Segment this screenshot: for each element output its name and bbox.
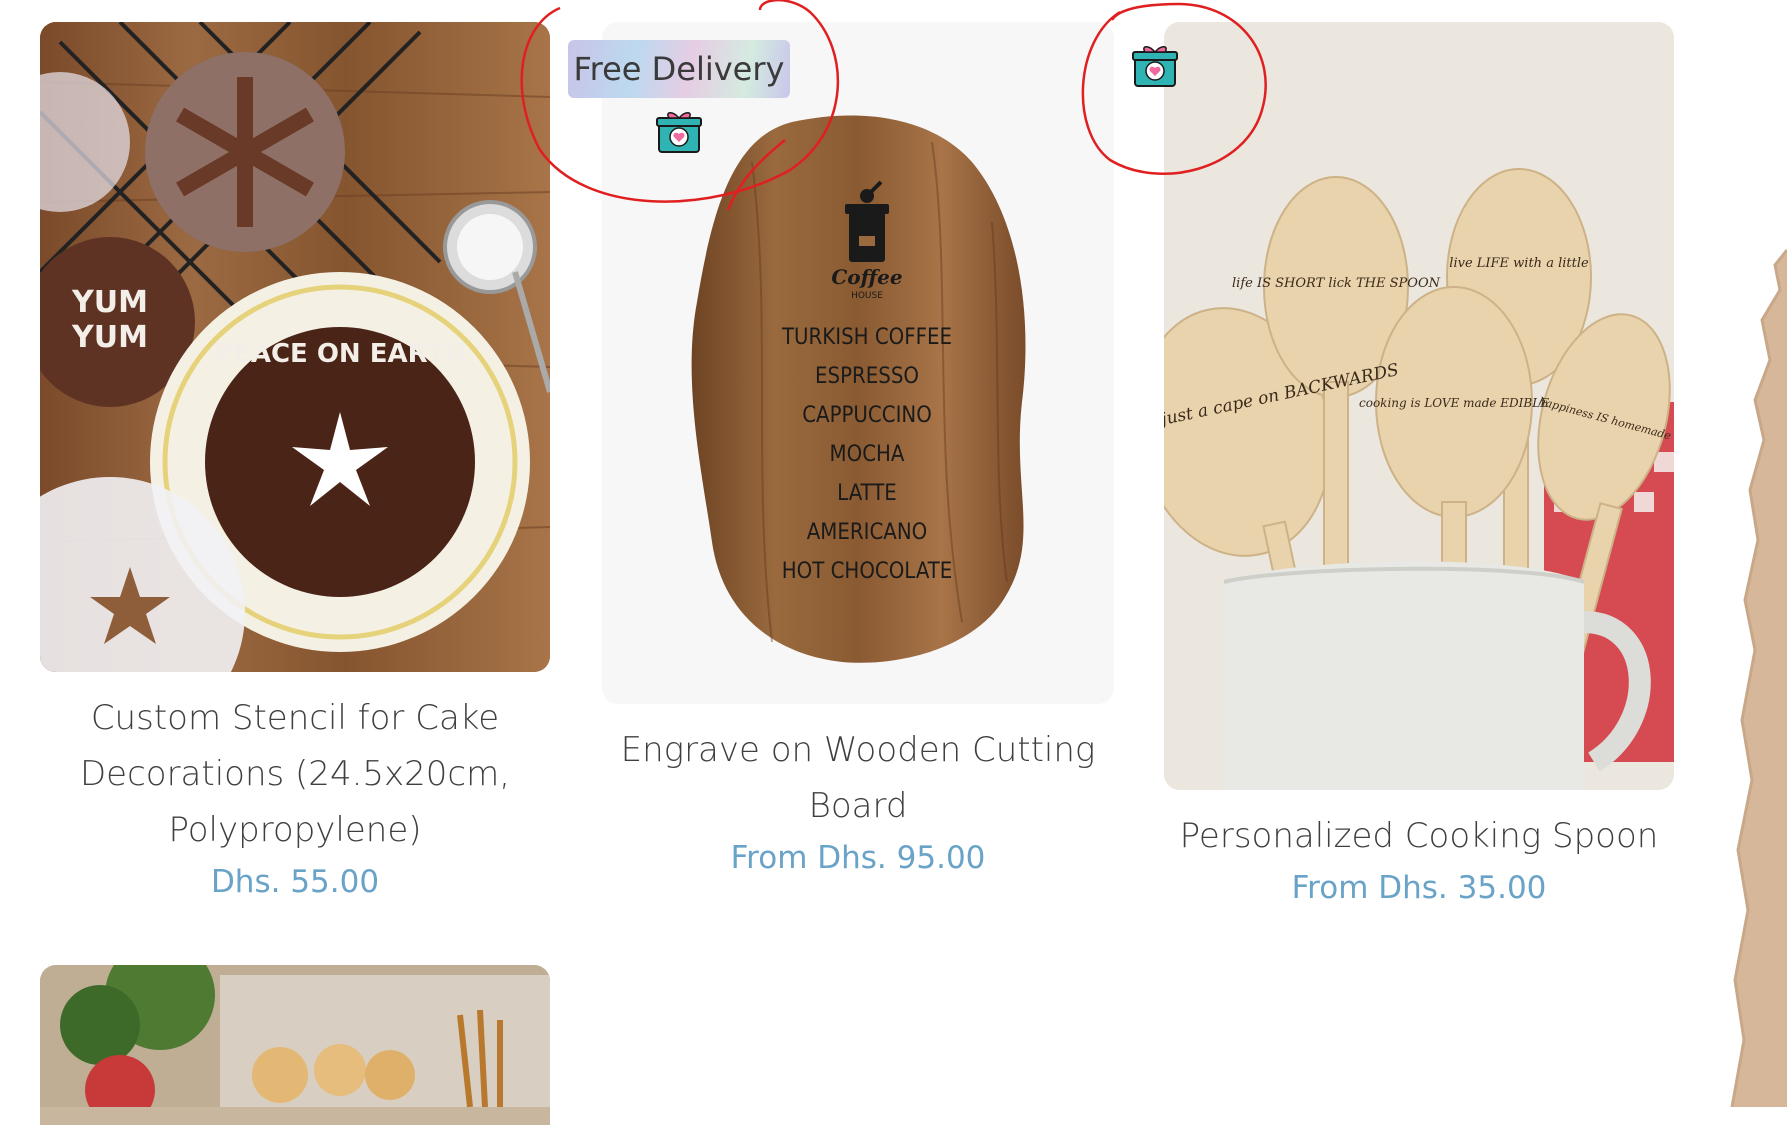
gift-heart-icon[interactable] [1132,42,1178,88]
peace-on-earth-text: PEACE ON EARTH [214,339,466,369]
product-price-cutting-board: From Dhs. 95.00 [730,840,986,876]
torn-paper-decoration [1730,249,1787,1107]
house-logo-text: HOUSE [851,291,883,301]
menu-item: MOCHA [830,442,905,467]
product-title-stencil[interactable]: Custom Stencil for Cake Decorations (24.… [40,690,550,858]
product-image-cooking-spoon[interactable]: an APRON is just a cape on BACKWARDS lif… [1164,22,1674,790]
title-line: Board [808,786,908,826]
cooking-spoon-photo: an APRON is just a cape on BACKWARDS lif… [1164,22,1674,790]
product-price-stencil: Dhs. 55.00 [210,864,380,900]
spoon-engraving: cooking is LOVE made EDIBLE [1359,396,1549,410]
title-line: Engrave on Wooden Cutting [620,730,1096,770]
spoon-engraving: life IS SHORT lick THE SPOON [1232,276,1441,291]
free-delivery-badge: Free Delivery [568,40,790,98]
menu-item: LATTE [837,481,897,506]
product-title-cutting-board[interactable]: Engrave on Wooden Cutting Board [602,722,1114,834]
gift-heart-icon[interactable] [656,108,702,154]
product-price-cooking-spoon: From Dhs. 35.00 [1291,870,1547,906]
menu-item: CAPPUCCINO [802,403,932,428]
product-image-stencil[interactable]: YUM YUM PEACE ON EARTH [40,22,550,672]
menu-item: HOT CHOCOLATE [782,559,952,584]
title-line: Polypropylene) [168,810,422,850]
yum-text-1: YUM [71,285,148,320]
title-line: Custom Stencil for Cake [90,698,500,738]
spoon-engraving: live LIFE with a little [1449,256,1589,271]
product-title-cooking-spoon[interactable]: Personalized Cooking Spoon [1164,808,1674,864]
product-image-partial[interactable] [40,965,550,1125]
stencil-photo: YUM YUM PEACE ON EARTH [40,22,550,672]
menu-item: TURKISH COFFEE [781,325,952,350]
menu-item: ESPRESSO [815,364,919,389]
title-line: Decorations (24.5x20cm, [79,754,511,794]
menu-item: AMERICANO [807,520,927,545]
partial-product-photo [40,965,550,1125]
yum-text-2: YUM [71,320,148,355]
coffee-logo-text: Coffee [831,265,902,289]
